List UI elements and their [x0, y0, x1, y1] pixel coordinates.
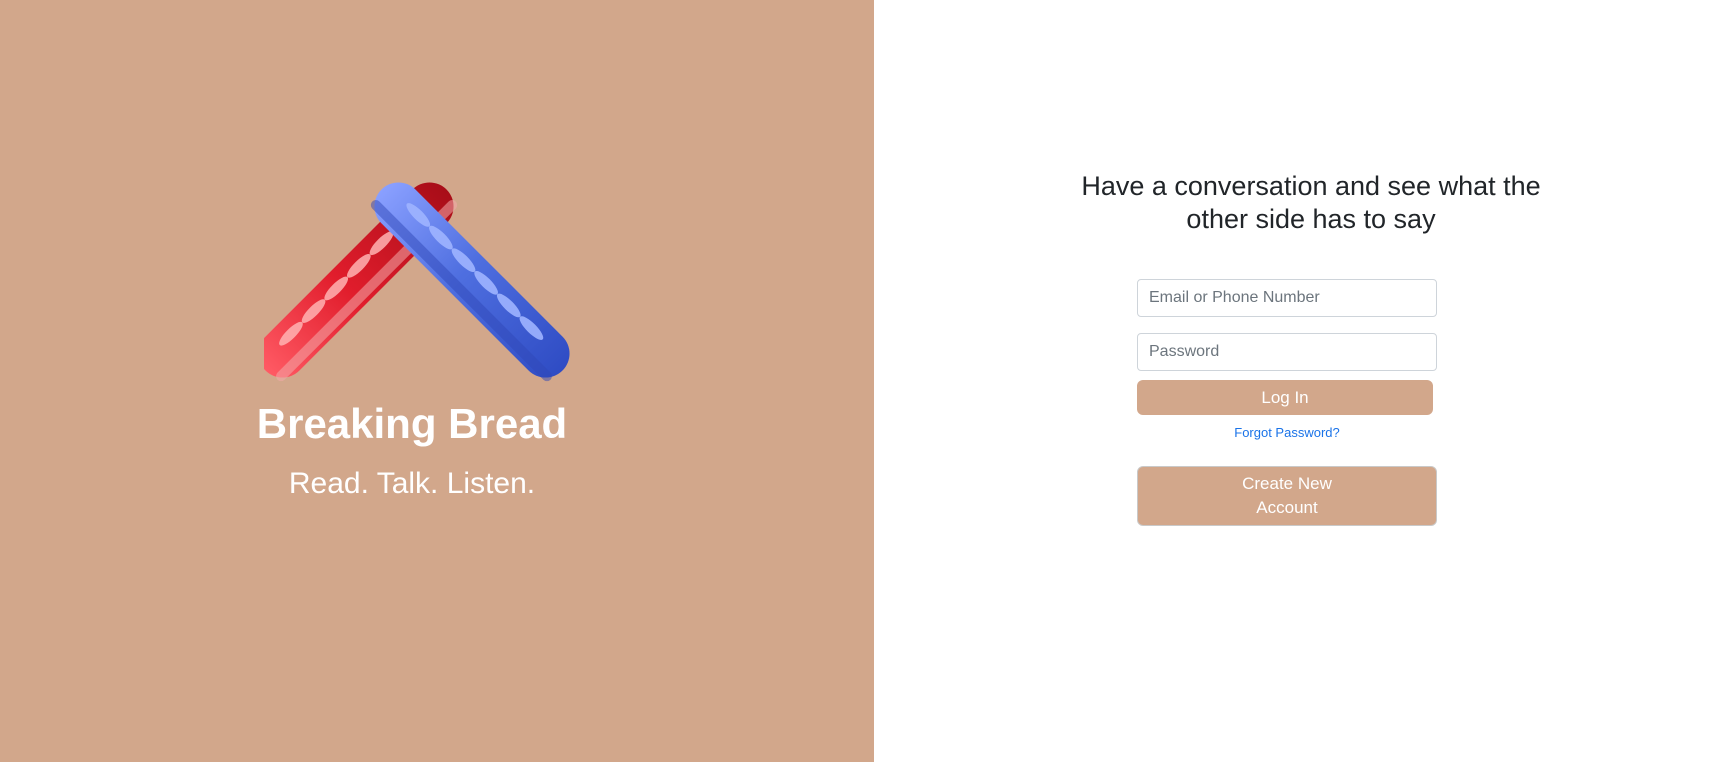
- create-account-label: Create New Account: [1242, 474, 1332, 517]
- brand-tagline: Read. Talk. Listen.: [288, 467, 536, 500]
- crossed-baguettes-logo: [264, 182, 570, 382]
- blue-baguette-icon: [370, 182, 570, 382]
- email-or-phone-input[interactable]: [1137, 279, 1437, 317]
- brand-title: Breaking Bread: [256, 400, 568, 447]
- red-baguette-icon: [264, 182, 458, 382]
- create-account-button[interactable]: Create New Account: [1137, 466, 1437, 526]
- login-headline: Have a conversation and see what the oth…: [1081, 171, 1541, 234]
- password-input[interactable]: [1137, 333, 1437, 371]
- forgot-password-link[interactable]: Forgot Password?: [1137, 424, 1437, 442]
- login-page: Breaking Bread Read. Talk. Listen. Have …: [0, 0, 1712, 762]
- brand-panel: Breaking Bread Read. Talk. Listen.: [0, 0, 874, 762]
- login-button[interactable]: Log In: [1137, 380, 1433, 415]
